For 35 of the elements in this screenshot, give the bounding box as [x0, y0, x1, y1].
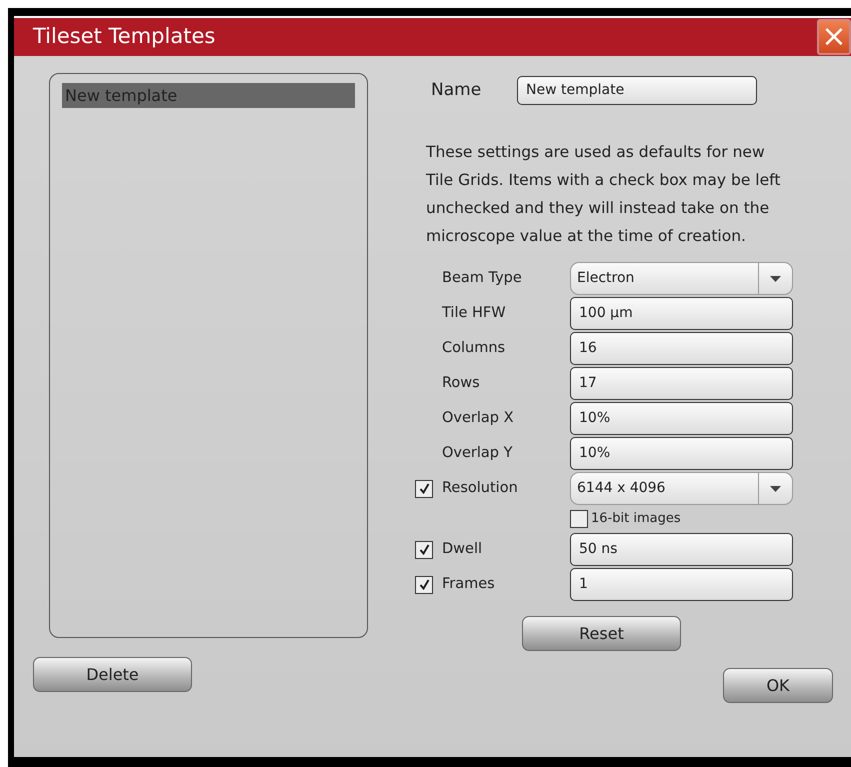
field-label: Overlap Y: [442, 444, 514, 463]
field-label: Resolution: [442, 478, 519, 498]
checkbox[interactable]: [570, 510, 588, 528]
dropdown[interactable]: Electron: [570, 262, 793, 295]
delete-button[interactable]: Delete: [33, 657, 192, 692]
input-field[interactable]: 16: [570, 332, 793, 365]
input-field[interactable]: 10%: [570, 402, 793, 435]
checkbox[interactable]: [415, 480, 433, 498]
field-label: Tile HFW: [442, 304, 507, 323]
name-field[interactable]: New template: [517, 76, 757, 105]
caret-icon: [770, 486, 781, 492]
check-icon: [418, 483, 430, 494]
dropdown[interactable]: 6144 x 4096: [570, 472, 793, 505]
input-field[interactable]: 10%: [570, 437, 793, 470]
checkbox-label: 16-bit images: [591, 510, 681, 528]
field-label: Rows: [442, 374, 481, 393]
ok-button[interactable]: OK: [723, 668, 833, 703]
field-label: Overlap X: [442, 408, 515, 428]
reset-button[interactable]: Reset: [522, 616, 681, 651]
check-icon: [418, 579, 430, 590]
input-field[interactable]: 17: [570, 367, 793, 400]
caret-icon: [770, 276, 781, 282]
window-title: Tileset Templates: [33, 23, 216, 50]
field-label: Dwell: [442, 540, 484, 559]
check-icon: [418, 544, 430, 555]
input-field[interactable]: 1: [570, 568, 793, 601]
input-field[interactable]: 50 ns: [570, 533, 793, 566]
description-text: These settings are used as defaults for new Tile Grids. Items with a check box may be left unchecked and they will instead take on the microscope value at the time of creation.: [426, 142, 782, 247]
input-field[interactable]: 100 µm: [570, 297, 793, 330]
name-label: Name: [431, 78, 482, 102]
field-label: Columns: [442, 338, 506, 358]
field-label: Frames: [442, 574, 496, 594]
checkbox[interactable]: [415, 576, 433, 594]
field-label: Beam Type: [442, 268, 523, 288]
checkbox[interactable]: [415, 540, 433, 558]
